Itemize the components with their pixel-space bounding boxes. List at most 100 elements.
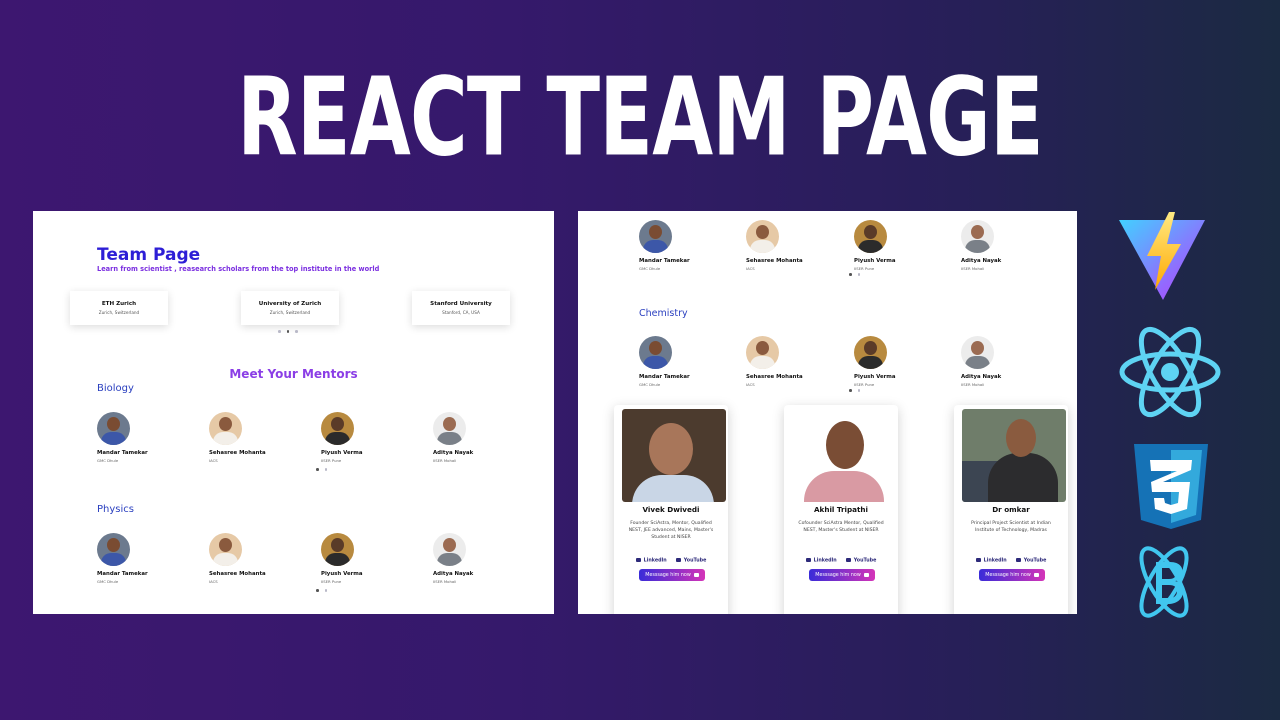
meet-mentors-heading: Meet Your Mentors [229, 367, 358, 381]
physics-carousel-dots[interactable] [316, 589, 327, 592]
mentor-card[interactable]: Aditya Nayak IISER Mohali [961, 336, 1051, 387]
mentor-card[interactable]: Mandar Tamekar GMC Dhule [97, 533, 187, 584]
carousel-dot[interactable] [849, 273, 852, 276]
youtube-icon [845, 558, 851, 562]
section-physics: Physics [97, 504, 134, 515]
mentor-card[interactable]: Aditya Nayak IISER Mohali [961, 220, 1051, 271]
chat-icon [1033, 573, 1039, 577]
mentor-card[interactable]: Piyush Verma IISER Pune [321, 533, 411, 584]
university-name: ETH Zurich [101, 301, 137, 307]
carousel-dot[interactable] [324, 589, 327, 592]
mentor-institute: IISER Pune [854, 266, 875, 271]
youtube-icon [1015, 558, 1021, 562]
founder-card: Dr omkar Principal Project Scientist at … [954, 405, 1068, 614]
mentor-name: Aditya Nayak [433, 571, 474, 577]
founder-photo [622, 409, 726, 502]
mentor-card[interactable]: Piyush Verma IISER Pune [321, 412, 411, 463]
youtube-link[interactable]: YouTube [845, 558, 876, 564]
mentor-card[interactable]: Sehasree Mohanta IACS [209, 412, 299, 463]
mentor-name: Piyush Verma [854, 374, 896, 380]
avatar [209, 412, 242, 445]
university-card[interactable]: ETH Zurich Zurich, Switzerland [70, 291, 168, 325]
biology-carousel-dots[interactable] [316, 468, 327, 471]
carousel-dot[interactable] [316, 468, 319, 471]
mentor-card[interactable]: Aditya Nayak IISER Mohali [433, 412, 523, 463]
linkedin-link[interactable]: LinkedIn [635, 558, 667, 564]
mentor-name: Aditya Nayak [961, 258, 1002, 264]
mentor-name: Sehasree Mohanta [209, 571, 266, 577]
avatar [854, 220, 887, 253]
message-button[interactable]: Messsage him now [639, 569, 705, 581]
mentor-card[interactable]: Aditya Nayak IISER Mohali [433, 533, 523, 584]
university-name: University of Zurich [258, 301, 322, 307]
carousel-dot[interactable] [849, 389, 852, 392]
avatar [746, 220, 779, 253]
team-page-subtitle: Learn from scientist , reasearch scholar… [97, 265, 380, 273]
mentor-card[interactable]: Mandar Tamekar GMC Dhule [639, 220, 729, 271]
mentor-card[interactable]: Piyush Verma IISER Pune [854, 220, 944, 271]
founder-links: LinkedIn YouTube [614, 558, 728, 564]
university-location: Zurich, Switzerland [269, 310, 311, 315]
mentor-name: Sehasree Mohanta [746, 258, 803, 264]
mentor-card[interactable]: Mandar Tamekar GMC Dhule [97, 412, 187, 463]
linkedin-link[interactable]: LinkedIn [975, 558, 1007, 564]
carousel-dot[interactable] [316, 589, 319, 592]
avatar [433, 412, 466, 445]
founder-name: Akhil Tripathi [813, 505, 869, 514]
mentor-name: Aditya Nayak [433, 450, 474, 456]
linkedin-icon [635, 558, 641, 562]
message-button[interactable]: Messsage him now [809, 569, 875, 581]
carousel-dot[interactable] [324, 468, 327, 471]
carousel-dot[interactable] [295, 330, 298, 333]
mentor-institute: IACS [746, 382, 755, 387]
message-button[interactable]: Messsage him now [979, 569, 1045, 581]
react-bootstrap-icon [1139, 546, 1189, 618]
vite-icon [1119, 212, 1205, 300]
mentor-institute: IISER Mohali [961, 266, 985, 271]
mentor-institute: IISER Pune [321, 579, 342, 584]
mentor-card[interactable]: Piyush Verma IISER Pune [854, 336, 944, 387]
carousel-dot[interactable] [278, 330, 281, 333]
youtube-link[interactable]: YouTube [675, 558, 706, 564]
mentor-name: Sehasree Mohanta [209, 450, 266, 456]
react-icon [1119, 326, 1221, 418]
mentor-name: Piyush Verma [321, 450, 363, 456]
founder-name: Vivek Dwivedi [642, 505, 700, 514]
chat-icon [863, 573, 869, 577]
university-name: Stanford University [430, 301, 492, 307]
carousel-dot[interactable] [857, 273, 860, 276]
mentor-name: Mandar Tamekar [639, 374, 690, 380]
chemistry-carousel-dots[interactable] [849, 389, 860, 392]
founder-photo [792, 409, 896, 502]
avatar [961, 220, 994, 253]
linkedin-icon [805, 558, 811, 562]
mentor-card[interactable]: Mandar Tamekar GMC Dhule [639, 336, 729, 387]
team-page-title: Team Page [97, 245, 201, 265]
mentor-institute: IISER Mohali [433, 579, 457, 584]
mentor-card[interactable]: Sehasree Mohanta IACS [746, 336, 836, 387]
linkedin-icon [975, 558, 981, 562]
mentor-institute: IISER Mohali [961, 382, 985, 387]
mentor-name: Aditya Nayak [961, 374, 1002, 380]
carousel-dots[interactable] [849, 273, 860, 276]
university-card[interactable]: Stanford University Stanford, CA, USA [412, 291, 510, 325]
mentor-card[interactable]: Sehasree Mohanta IACS [746, 220, 836, 271]
founder-photo [962, 409, 1066, 502]
mentor-institute: GMC Dhule [97, 579, 119, 584]
founder-description: Founder SciAstra, Mentor, Qualified NEST… [628, 521, 714, 540]
founder-name: Dr omkar [992, 505, 1030, 514]
avatar [97, 412, 130, 445]
university-card[interactable]: University of Zurich Zurich, Switzerland [241, 291, 339, 325]
university-location: Stanford, CA, USA [442, 310, 480, 315]
carousel-dot[interactable] [857, 389, 860, 392]
university-location: Zurich, Switzerland [98, 310, 140, 315]
linkedin-link[interactable]: LinkedIn [805, 558, 837, 564]
mentor-institute: IACS [209, 579, 218, 584]
avatar [854, 336, 887, 369]
avatar [97, 533, 130, 566]
mentor-card[interactable]: Sehasree Mohanta IACS [209, 533, 299, 584]
university-carousel-dots[interactable] [278, 330, 298, 333]
section-chemistry: Chemistry [639, 308, 688, 319]
carousel-dot[interactable] [286, 330, 289, 333]
youtube-link[interactable]: YouTube [1015, 558, 1046, 564]
